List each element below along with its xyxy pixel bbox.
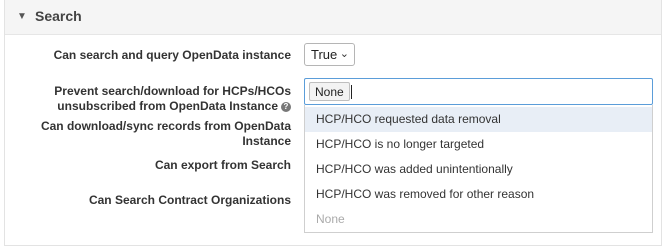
text-cursor	[351, 85, 352, 99]
chevron-down-icon: ⌄	[339, 48, 349, 60]
export-search-label: Can export from Search	[154, 158, 291, 172]
download-label-line1: Can download/sync records from OpenData	[40, 119, 291, 133]
search-query-value: True	[311, 47, 338, 62]
contract-orgs-label: Can Search Contract Organizations	[88, 193, 291, 207]
dropdown-list: HCP/HCO requested data removal HCP/HCO i…	[304, 105, 653, 233]
download-label-line2: Instance	[242, 134, 291, 148]
download-sync-label: Can download/sync records from OpenData …	[41, 119, 291, 149]
prevent-label-line1: Prevent search/download for HCPs/HCOs	[54, 84, 291, 98]
help-icon[interactable]: ?	[281, 101, 291, 112]
prevent-search-label: Prevent search/download for HCPs/HCOs un…	[54, 84, 291, 114]
dropdown-option-disabled: None	[316, 212, 345, 226]
dropdown-option[interactable]: HCP/HCO requested data removal	[305, 107, 652, 132]
search-query-label: Can search and query OpenData instance	[53, 48, 291, 62]
prevent-label-line2: unsubscribed from OpenData Instance	[57, 99, 278, 113]
dropdown-option[interactable]: HCP/HCO was removed for other reason	[305, 182, 652, 207]
section-header[interactable]: ▼ Search	[5, 0, 661, 35]
selected-chip[interactable]: None	[309, 82, 350, 101]
dropdown-option[interactable]: HCP/HCO is no longer targeted	[305, 132, 652, 157]
dropdown-option[interactable]: HCP/HCO was added unintentionally	[305, 157, 652, 182]
triangle-down-icon[interactable]: ▼	[17, 11, 27, 22]
prevent-search-multiselect[interactable]: None	[304, 78, 653, 105]
search-query-select[interactable]: True ⌄	[304, 43, 355, 66]
section-title: Search	[35, 8, 82, 24]
